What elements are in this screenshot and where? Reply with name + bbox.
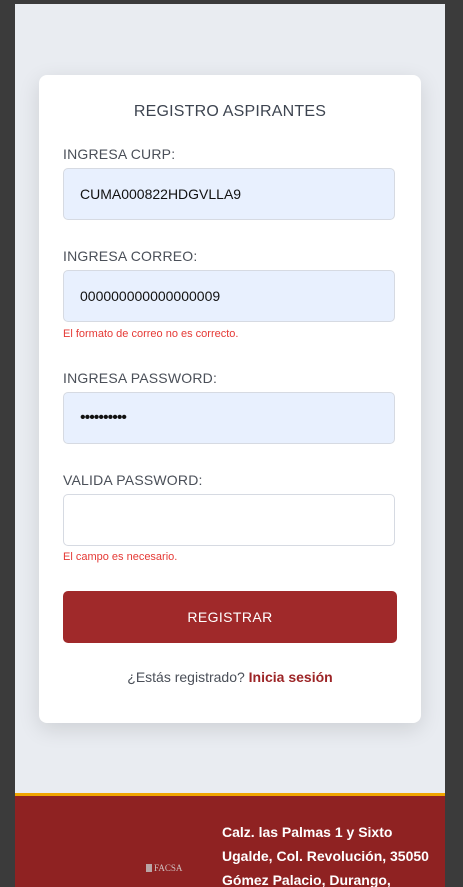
address-line: Calz. las Palmas 1 y Sixto	[222, 824, 393, 840]
login-prompt-row: ¿Estás registrado? Inicia sesión	[39, 669, 421, 685]
page-viewport: REGISTRO ASPIRANTES INGRESA CURP: INGRES…	[15, 4, 445, 887]
password-input[interactable]: ••••••••••	[63, 392, 395, 444]
logo-mark-icon	[146, 864, 152, 872]
curp-input[interactable]	[63, 168, 395, 220]
form-title: REGISTRO ASPIRANTES	[133, 103, 327, 120]
login-link[interactable]: Inicia sesión	[249, 669, 333, 685]
registration-card: REGISTRO ASPIRANTES INGRESA CURP: INGRES…	[39, 75, 421, 723]
footer-address: Calz. las Palmas 1 y Sixto Ugalde, Col. …	[222, 820, 434, 887]
email-label: INGRESA CORREO:	[63, 248, 198, 264]
address-line: Ugalde, Col. Revolución, 35050	[222, 848, 429, 864]
facsa-logo: FACSA	[146, 861, 184, 875]
curp-label: INGRESA CURP:	[63, 146, 176, 162]
address-line: Gómez Palacio, Durango,	[222, 872, 391, 887]
logo-text: FACSA	[154, 863, 183, 873]
confirm-password-label: VALIDA PASSWORD:	[63, 472, 203, 488]
register-button[interactable]: REGISTRAR	[63, 591, 397, 643]
confirm-password-input[interactable]	[63, 494, 395, 546]
confirm-password-error: El campo es necesario.	[63, 551, 178, 563]
email-input[interactable]	[63, 270, 395, 322]
site-footer: FACSA Calz. las Palmas 1 y Sixto Ugalde,…	[15, 793, 445, 887]
password-label: INGRESA PASSWORD:	[63, 370, 218, 386]
password-mask: ••••••••••	[80, 409, 127, 426]
login-prompt-text: ¿Estás registrado?	[127, 669, 245, 685]
email-error: El formato de correo no es correcto.	[63, 328, 239, 340]
